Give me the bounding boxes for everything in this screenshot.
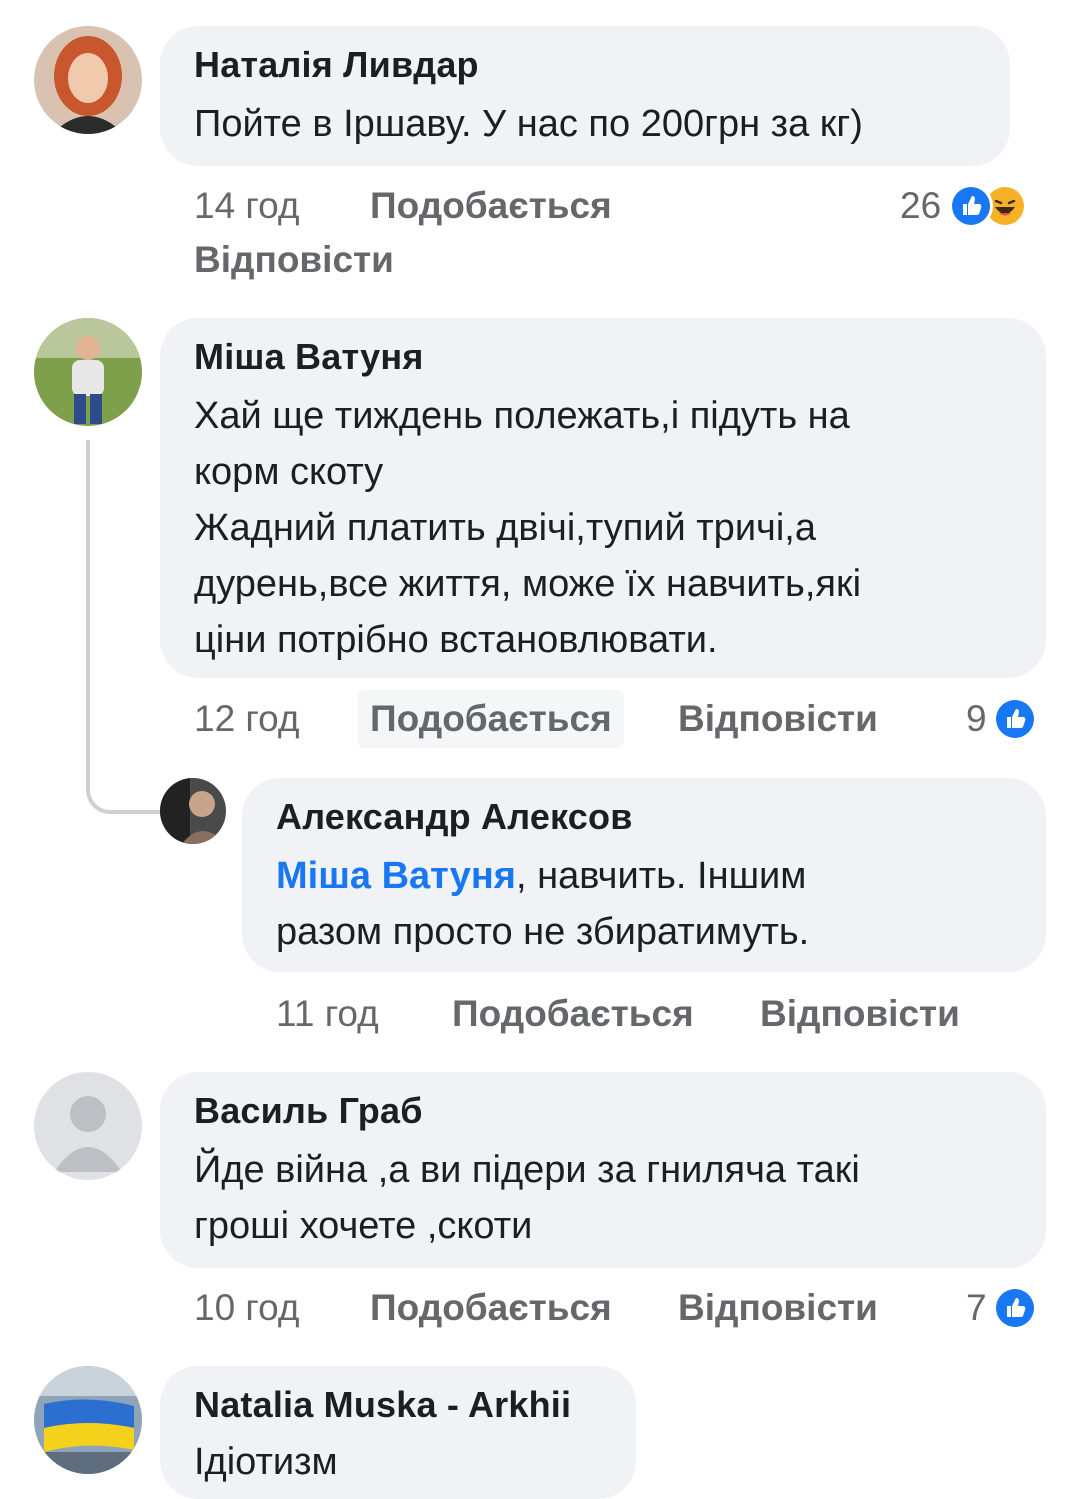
avatar[interactable] bbox=[34, 318, 142, 426]
like-icon bbox=[992, 697, 1037, 741]
like-button[interactable]: Подобається bbox=[370, 184, 612, 228]
comment-text: Пойте в Іршаву. У нас по 200грн за кг) bbox=[194, 103, 863, 145]
comment-author[interactable]: Міша Ватуня bbox=[194, 336, 1014, 378]
comment-author[interactable]: Василь Граб bbox=[194, 1090, 1014, 1132]
comment-bubble: Міша Ватуня Хай ще тиждень полежать,і пі… bbox=[160, 318, 1046, 678]
reply-thread-line bbox=[86, 440, 160, 814]
comment-text: Міша Ватуня, навчить. Іншим разом просто… bbox=[276, 848, 1014, 960]
comment-time[interactable]: 14 год bbox=[194, 184, 299, 228]
avatar[interactable] bbox=[34, 1072, 142, 1180]
comments-thread: Наталія Ливдар Пойте в Іршаву. У нас по … bbox=[0, 0, 1080, 1499]
like-icon bbox=[949, 184, 994, 228]
reply-bubble: Александр Алексов Міша Ватуня, навчить. … bbox=[242, 778, 1046, 972]
reactions-count: 9 bbox=[966, 698, 987, 739]
avatar[interactable] bbox=[34, 26, 142, 134]
reactions-summary[interactable]: 7 bbox=[966, 1286, 1037, 1330]
avatar[interactable] bbox=[160, 778, 226, 844]
avatar[interactable] bbox=[34, 1366, 142, 1474]
reactions-summary[interactable]: 26 bbox=[900, 184, 1028, 228]
like-button[interactable]: Подобається bbox=[358, 690, 624, 748]
user-photo-icon bbox=[34, 26, 142, 134]
comment-time[interactable]: 12 год bbox=[194, 697, 299, 741]
reply-button[interactable]: Відповісти bbox=[678, 697, 878, 741]
reply-button[interactable]: Відповісти bbox=[760, 992, 960, 1036]
reactions-count: 7 bbox=[966, 1287, 987, 1328]
comment-text: Хай ще тиждень полежать,і підуть на корм… bbox=[194, 395, 862, 661]
comment-bubble: Natalia Muska - Arkhii Ідіотизм bbox=[160, 1366, 636, 1499]
comment-author[interactable]: Natalia Muska - Arkhii bbox=[194, 1384, 604, 1426]
like-button[interactable]: Подобається bbox=[452, 992, 694, 1036]
ukraine-flag-icon bbox=[34, 1366, 142, 1474]
reactions-summary[interactable]: 9 bbox=[966, 697, 1037, 741]
comment-bubble: Василь Граб Йде війна ,а ви підери за гн… bbox=[160, 1072, 1046, 1268]
comment-time[interactable]: 11 год bbox=[276, 992, 379, 1036]
reply-button[interactable]: Відповісти bbox=[678, 1286, 878, 1330]
comment-time[interactable]: 10 год bbox=[194, 1286, 299, 1330]
user-photo-icon bbox=[160, 778, 226, 844]
comment-text: Ідіотизм bbox=[194, 1441, 338, 1483]
like-icon bbox=[992, 1286, 1037, 1330]
reply-button[interactable]: Відповісти bbox=[194, 238, 394, 282]
like-button[interactable]: Подобається bbox=[370, 1286, 612, 1330]
comment-author[interactable]: Наталія Ливдар bbox=[194, 44, 978, 86]
reactions-count: 26 bbox=[900, 185, 942, 226]
default-user-icon bbox=[34, 1072, 142, 1180]
comment-text: Йде війна ,а ви підери за гниляча такі г… bbox=[194, 1149, 860, 1247]
user-photo-icon bbox=[34, 318, 142, 426]
comment-author[interactable]: Александр Алексов bbox=[276, 796, 1014, 838]
mention-link[interactable]: Міша Ватуня bbox=[276, 855, 516, 897]
comment-bubble: Наталія Ливдар Пойте в Іршаву. У нас по … bbox=[160, 26, 1010, 166]
